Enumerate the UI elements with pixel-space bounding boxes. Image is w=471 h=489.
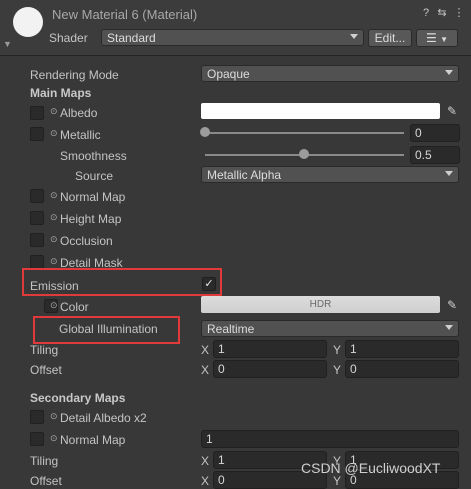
- presets-icon[interactable]: ⇆: [435, 6, 449, 20]
- secondary-maps-heading: Secondary Maps: [30, 391, 126, 405]
- shader-value: Standard: [107, 31, 156, 45]
- tiling-y-axis-label: Y: [333, 343, 342, 357]
- foldout-arrow-icon[interactable]: ▼: [3, 39, 12, 49]
- offset-y-axis-label: Y: [333, 363, 342, 377]
- slot-dot-icon: ⊙: [50, 190, 58, 200]
- normal-map-label: Normal Map: [60, 190, 126, 204]
- global-illumination-label: Global Illumination: [59, 322, 158, 336]
- edit-shader-button[interactable]: Edit...: [368, 29, 412, 47]
- smoothness-label: Smoothness: [60, 149, 127, 163]
- global-illumination-dropdown[interactable]: Realtime: [201, 320, 459, 337]
- main-maps-heading: Main Maps: [30, 86, 92, 100]
- metallic-slider-track[interactable]: [205, 132, 404, 134]
- source-value: Metallic Alpha: [207, 168, 282, 182]
- secondary-offset-x-axis-label: X: [201, 474, 210, 488]
- tiling-x-field[interactable]: 1: [213, 340, 327, 358]
- height-map-texture-slot[interactable]: [30, 211, 44, 225]
- secondary-tiling-label: Tiling: [30, 454, 59, 468]
- detail-albedo-label: Detail Albedo x2: [60, 411, 147, 425]
- metallic-texture-slot[interactable]: [30, 127, 44, 141]
- slot-dot-icon: ⊙: [50, 212, 58, 222]
- height-map-label: Height Map: [60, 212, 122, 226]
- slot-dot-icon: ⊙: [50, 433, 58, 443]
- secondary-tiling-x-axis-label: X: [201, 454, 210, 468]
- smoothness-source-dropdown[interactable]: Metallic Alpha: [201, 166, 459, 183]
- smoothness-slider-handle[interactable]: [299, 149, 309, 159]
- rendering-mode-label: Rendering Mode: [30, 68, 119, 82]
- shader-list-button[interactable]: ☰ ▼: [416, 29, 458, 47]
- emission-label: Emission: [30, 279, 79, 293]
- detail-mask-texture-slot[interactable]: [30, 255, 44, 269]
- smoothness-value-field[interactable]: 0.5: [410, 146, 460, 164]
- help-icon[interactable]: ?: [419, 6, 433, 20]
- metallic-value-field[interactable]: 0: [410, 124, 460, 142]
- eyedropper-icon[interactable]: ✎: [445, 298, 459, 312]
- offset-x-axis-label: X: [201, 363, 210, 377]
- chevron-down-icon: [445, 325, 453, 330]
- tiling-label: Tiling: [30, 343, 59, 357]
- secondary-offset-y-axis-label: Y: [333, 474, 342, 488]
- shader-dropdown[interactable]: Standard: [101, 29, 364, 46]
- occlusion-texture-slot[interactable]: [30, 233, 44, 247]
- slot-dot-icon: ⊙: [50, 234, 58, 244]
- slot-dot-icon: ⊙: [50, 411, 58, 421]
- rendering-mode-value: Opaque: [207, 67, 250, 81]
- offset-y-field[interactable]: 0: [345, 360, 459, 378]
- checkmark-icon: ✓: [204, 278, 214, 290]
- offset-x-field[interactable]: 0: [213, 360, 327, 378]
- emission-checkbox[interactable]: ✓: [202, 277, 216, 291]
- albedo-color-swatch[interactable]: [201, 103, 440, 119]
- global-illumination-value: Realtime: [207, 322, 255, 336]
- list-icon: ☰: [425, 31, 437, 45]
- eyedropper-icon[interactable]: ✎: [445, 104, 459, 118]
- normal-map-texture-slot[interactable]: [30, 189, 44, 203]
- chevron-down-icon: [350, 34, 358, 39]
- tiling-x-axis-label: X: [201, 343, 210, 357]
- chevron-down-icon: [445, 70, 453, 75]
- albedo-texture-slot[interactable]: [30, 106, 44, 120]
- menu-icon[interactable]: ⋮: [452, 6, 466, 20]
- shader-label: Shader: [49, 31, 88, 45]
- secondary-offset-label: Offset: [30, 474, 62, 488]
- offset-label: Offset: [30, 363, 62, 377]
- slot-dot-icon: ⊙: [50, 300, 58, 310]
- slot-dot-icon: ⊙: [50, 128, 58, 138]
- material-title: New Material 6 (Material): [52, 7, 198, 22]
- chevron-down-icon: ▼: [440, 35, 449, 44]
- rendering-mode-dropdown[interactable]: Opaque: [201, 65, 459, 82]
- tiling-y-field[interactable]: 1: [345, 340, 459, 358]
- metallic-slider-handle[interactable]: [200, 127, 210, 137]
- source-label: Source: [75, 169, 114, 183]
- slot-dot-icon: ⊙: [50, 106, 58, 116]
- material-preview-sphere[interactable]: [13, 7, 43, 37]
- slot-dot-icon: ⊙: [50, 256, 58, 266]
- watermark-text: CSDN @EucliwoodXT: [301, 460, 441, 476]
- occlusion-label: Occlusion: [60, 234, 113, 248]
- chevron-down-icon: [445, 171, 453, 176]
- secondary-normal-map-texture-slot[interactable]: [30, 432, 44, 446]
- albedo-label: Albedo: [60, 106, 98, 120]
- detail-albedo-texture-slot[interactable]: [30, 410, 44, 424]
- secondary-normal-map-label: Normal Map: [60, 433, 126, 447]
- hdr-badge: HDR: [309, 299, 332, 310]
- secondary-normal-scale-field[interactable]: 1: [201, 430, 459, 448]
- metallic-label: Metallic: [60, 128, 101, 142]
- emission-color-label: Color: [60, 300, 89, 314]
- emission-color-swatch[interactable]: HDR: [201, 296, 440, 313]
